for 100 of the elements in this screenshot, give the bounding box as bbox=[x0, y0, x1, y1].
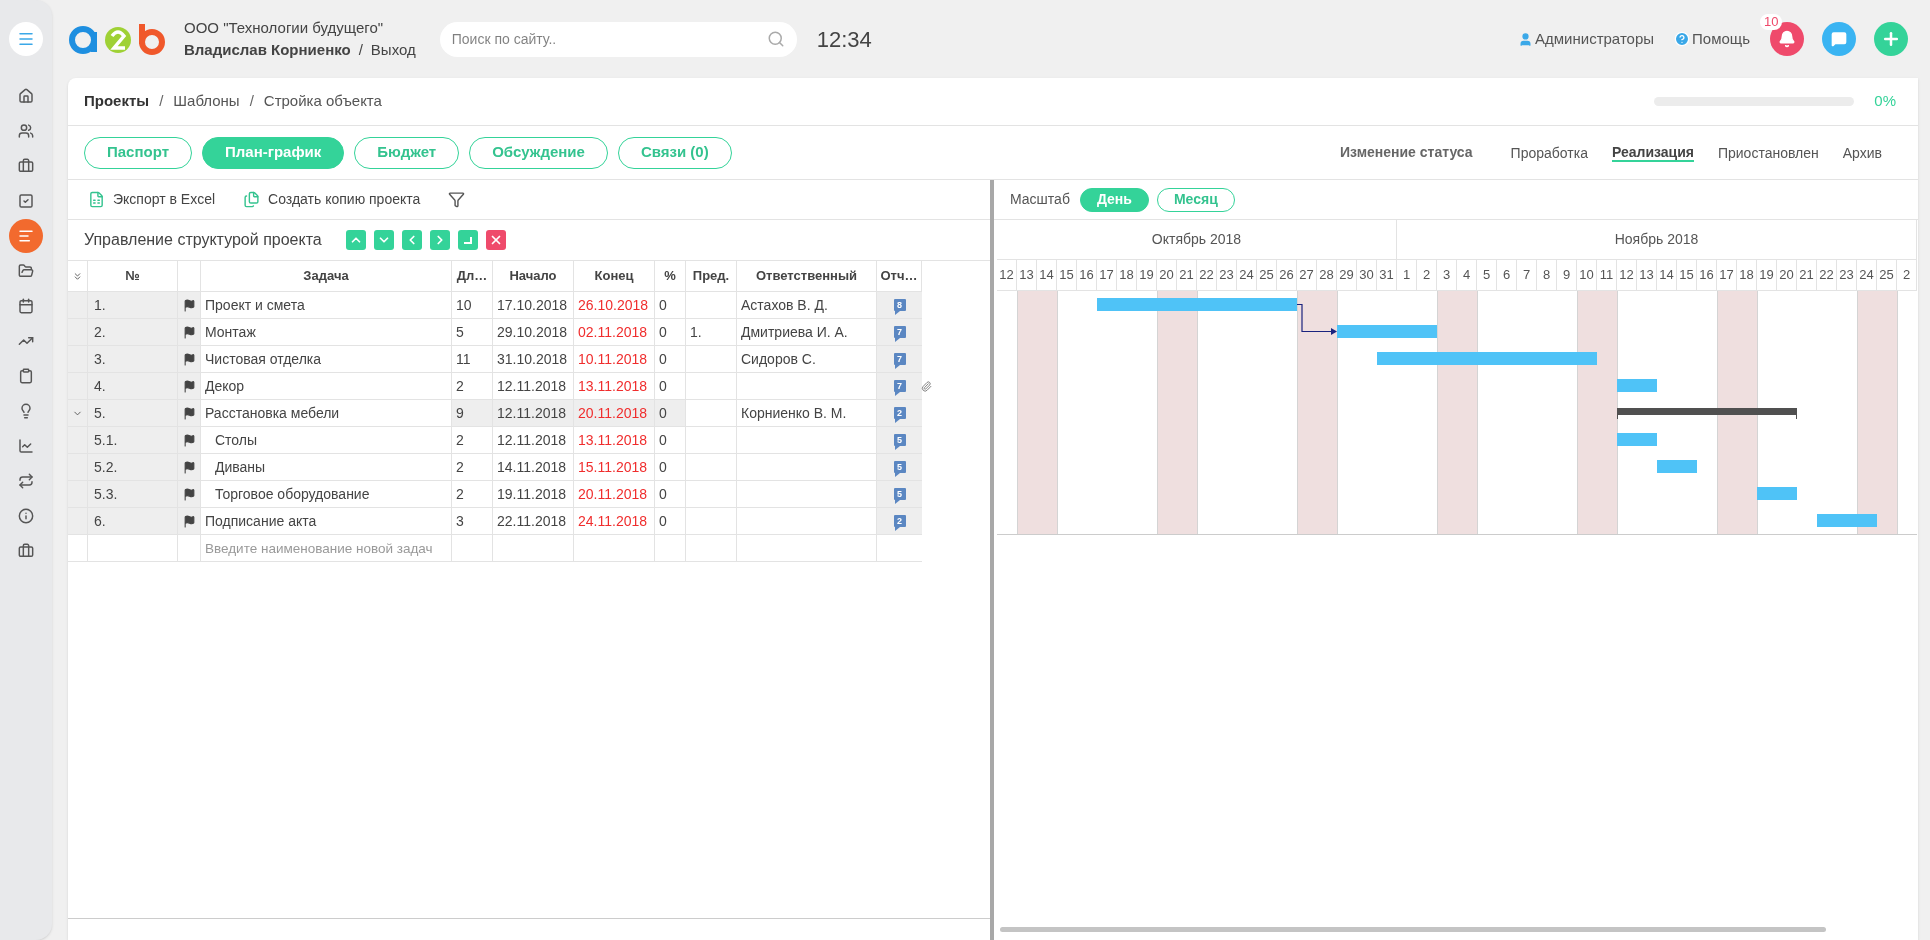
add-button[interactable] bbox=[1874, 22, 1908, 56]
scale-toggle[interactable]: Месяц bbox=[1156, 187, 1235, 212]
day-header: 12 bbox=[997, 260, 1017, 290]
separator: / bbox=[358, 40, 363, 60]
day-header: 10 bbox=[1577, 260, 1597, 290]
table-cell bbox=[686, 400, 737, 427]
outdent-button[interactable] bbox=[401, 230, 422, 250]
task-name: Монтаж bbox=[201, 319, 452, 346]
tab[interactable]: План-график bbox=[202, 136, 345, 169]
day-header: 22 bbox=[1197, 260, 1217, 290]
new-task-field[interactable]: Введите наименование новой задач bbox=[201, 535, 451, 561]
row-number: 5. bbox=[88, 400, 178, 427]
day-header: 23 bbox=[1217, 260, 1237, 290]
info-icon bbox=[18, 507, 34, 524]
menu-icon bbox=[17, 30, 35, 48]
corner-button[interactable] bbox=[457, 230, 478, 250]
move-up-button[interactable] bbox=[345, 230, 366, 250]
table-cell: 12.11.2018 bbox=[493, 400, 574, 427]
column-header: Пред. bbox=[686, 261, 737, 292]
status-option[interactable]: Реализация bbox=[1611, 143, 1694, 162]
help-link[interactable]: Помощь bbox=[1674, 27, 1750, 51]
scale-label: Масштаб bbox=[1010, 190, 1070, 209]
breadcrumb-link[interactable]: Шаблоны bbox=[173, 90, 240, 113]
search-field[interactable]: Поиск по сайту.. bbox=[439, 21, 797, 57]
day-header: 23 bbox=[1837, 260, 1857, 290]
day-header: 3 bbox=[1437, 260, 1457, 290]
table-cell: 0 bbox=[655, 292, 686, 319]
column-header: Начало bbox=[493, 261, 574, 292]
indent-button[interactable] bbox=[429, 230, 450, 250]
day-header: 26 bbox=[1277, 260, 1297, 290]
chat-icon bbox=[1831, 31, 1847, 47]
help-icon bbox=[1674, 31, 1691, 47]
user-name: Владислав Корниенко bbox=[184, 40, 351, 60]
table-cell: 20.11.2018 bbox=[574, 400, 655, 427]
sidebar-item[interactable] bbox=[9, 218, 43, 253]
day-header: 25 bbox=[1877, 260, 1897, 290]
day-header: 16 bbox=[1697, 260, 1717, 290]
table-cell: 11 bbox=[452, 346, 493, 373]
day-header: 9 bbox=[1557, 260, 1577, 290]
month-header: Октябрь 2018 bbox=[997, 220, 1397, 259]
tab[interactable]: Обсуждение bbox=[469, 136, 608, 169]
column-header: Задача bbox=[201, 261, 452, 292]
task-name: Расстановка мебели bbox=[201, 400, 452, 427]
summary-bar[interactable] bbox=[1617, 408, 1797, 419]
day-header: 25 bbox=[1257, 260, 1277, 290]
tab[interactable]: Паспорт bbox=[84, 136, 192, 169]
menu-button[interactable] bbox=[9, 22, 43, 56]
row-number: 5.3. bbox=[88, 481, 178, 508]
day-header: 27 bbox=[1297, 260, 1317, 290]
move-down-button[interactable] bbox=[373, 230, 394, 250]
scale-toggle[interactable]: День bbox=[1079, 187, 1149, 212]
table-cell: 10.11.2018 bbox=[574, 346, 655, 373]
table-cell: 26.10.2018 bbox=[574, 292, 655, 319]
table-cell: 14.11.2018 bbox=[493, 454, 574, 481]
table-cell bbox=[68, 292, 88, 319]
structure-label: Управление структурой проекта bbox=[84, 230, 322, 250]
table-cell: 22.11.2018 bbox=[493, 508, 574, 535]
role-link[interactable]: Администраторы bbox=[1518, 27, 1655, 51]
day-header: 14 bbox=[1657, 260, 1677, 290]
horizontal-scrollbar[interactable] bbox=[1000, 926, 1826, 932]
column-header: Конец bbox=[574, 261, 655, 292]
breadcrumb-link[interactable]: Стройка объекта bbox=[263, 90, 382, 113]
task-name: Диваны bbox=[201, 454, 452, 481]
tab[interactable]: Связи (0) bbox=[617, 136, 732, 169]
day-header: 14 bbox=[1037, 260, 1057, 290]
table-cell bbox=[686, 454, 737, 481]
table-cell bbox=[686, 373, 737, 400]
column-header: Ответственный bbox=[737, 261, 877, 292]
status-option[interactable]: Проработка bbox=[1510, 144, 1588, 161]
day-header: 13 bbox=[1637, 260, 1657, 290]
day-header: 16 bbox=[1077, 260, 1097, 290]
table-cell: 0 bbox=[655, 346, 686, 373]
delete-button[interactable] bbox=[485, 230, 506, 250]
copy-project-link[interactable]: Создать копию проекта bbox=[268, 189, 421, 210]
day-header: 19 bbox=[1137, 260, 1157, 290]
logout-link[interactable]: Выход bbox=[370, 39, 416, 61]
table-cell bbox=[68, 535, 88, 562]
day-header: 28 bbox=[1317, 260, 1337, 290]
tab[interactable]: Бюджет bbox=[354, 136, 460, 169]
lightbulb-icon bbox=[18, 402, 34, 419]
status-option[interactable]: Архив bbox=[1842, 144, 1882, 161]
flag-icon bbox=[178, 292, 201, 319]
chat-button[interactable] bbox=[1822, 22, 1856, 56]
breadcrumb-link[interactable]: Проекты bbox=[84, 90, 150, 113]
table-cell: 5 bbox=[452, 319, 493, 346]
table-cell: 15.11.2018 bbox=[574, 454, 655, 481]
status-label: Изменение статуса bbox=[1339, 143, 1473, 162]
day-header: 15 bbox=[1677, 260, 1697, 290]
filter-button[interactable] bbox=[448, 191, 466, 208]
table-cell: 9 bbox=[452, 400, 493, 427]
dependency-arrow bbox=[1296, 303, 1337, 335]
table-cell: 0 bbox=[655, 319, 686, 346]
status-option[interactable]: Приостановлен bbox=[1717, 144, 1819, 161]
flag-icon bbox=[178, 346, 201, 373]
paperclip-icon bbox=[921, 380, 932, 392]
table-cell: 20.11.2018 bbox=[574, 481, 655, 508]
export-link[interactable]: Экспорт в Excel bbox=[113, 189, 216, 210]
briefcase-icon bbox=[18, 542, 34, 559]
table-cell bbox=[655, 535, 686, 562]
day-header: 20 bbox=[1157, 260, 1177, 290]
